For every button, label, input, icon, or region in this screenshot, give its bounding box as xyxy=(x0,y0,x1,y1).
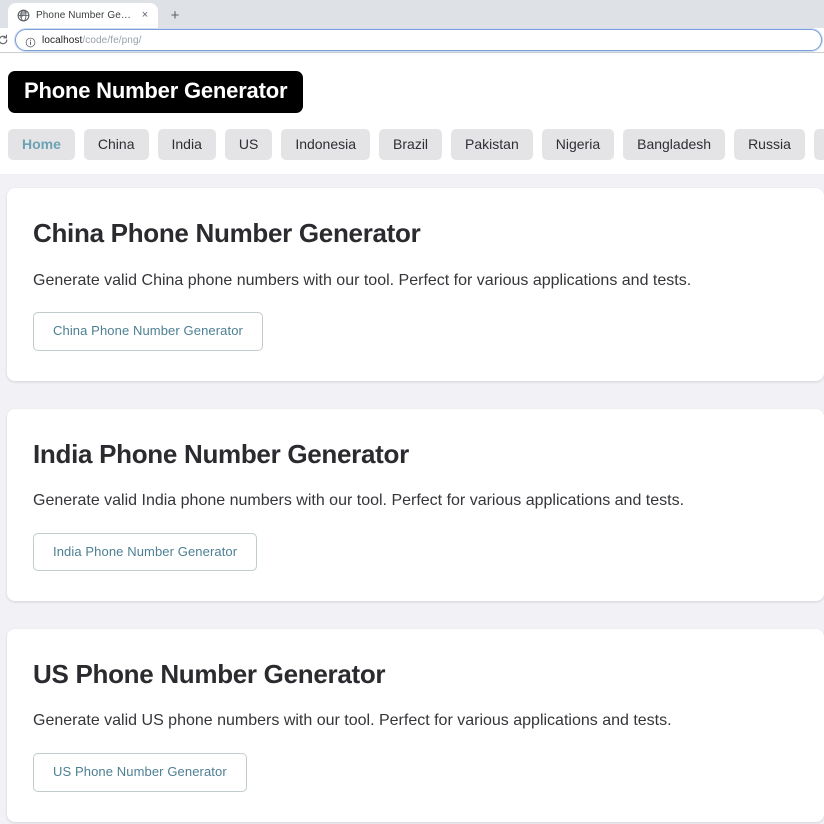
card-title: US Phone Number Generator xyxy=(33,659,386,690)
nav-item-home[interactable]: Home xyxy=(8,128,75,161)
site-nav: Home China India US Indonesia Brazil Pakistan N… xyxy=(0,112,824,175)
nav-item-indonesia[interactable]: Indonesia xyxy=(281,128,371,161)
card-description: Generate valid China phone numbers with … xyxy=(33,271,692,289)
card-title: India Phone Number Generator xyxy=(33,438,409,469)
site-brand-badge: Phone Number Generator xyxy=(8,71,304,113)
nav-item-brazil[interactable]: Brazil xyxy=(379,128,443,161)
page-viewport: Phone Number Generator Home China India US I… xyxy=(0,53,824,824)
nav-item-pakistan[interactable]: Pakistan xyxy=(451,128,533,161)
browser-toolbar: localhost/code/fe/png/ xyxy=(0,28,824,52)
nav-item-us[interactable]: US xyxy=(224,128,273,161)
info-circle-icon[interactable] xyxy=(25,35,36,47)
nav-item-russia[interactable]: Russia xyxy=(734,128,805,161)
browser-tab[interactable]: Phone Number Generator × xyxy=(8,3,158,28)
card-cta-button-china[interactable]: China Phone Number Generator xyxy=(33,312,263,351)
address-bar[interactable]: localhost/code/fe/png/ xyxy=(15,29,822,51)
card-us: US Phone Number Generator Generate valid … xyxy=(7,629,824,822)
browser-window: Phone Number Generator × + localhost/cod… xyxy=(0,0,824,824)
card-china: China Phone Number Generator Generate val… xyxy=(7,188,824,381)
card-india: India Phone Number Generator Generate val… xyxy=(7,408,824,602)
site-header: Phone Number Generator Home China India US I… xyxy=(0,53,824,175)
nav-item-nigeria[interactable]: Nigeria xyxy=(541,128,615,161)
page-content: China Phone Number Generator Generate val… xyxy=(0,174,824,824)
close-icon[interactable]: × xyxy=(138,9,152,23)
address-bar-host: localhost xyxy=(42,34,83,46)
reload-icon[interactable] xyxy=(0,32,11,48)
card-description: Generate valid India phone numbers with … xyxy=(33,491,685,509)
card-cta-button-us[interactable]: US Phone Number Generator xyxy=(33,752,247,792)
card-cta-button-india[interactable]: India Phone Number Generator xyxy=(33,532,258,572)
nav-item-japan[interactable]: Japan xyxy=(813,128,824,161)
tab-strip: Phone Number Generator × + xyxy=(0,0,824,28)
address-bar-url: localhost/code/fe/png/ xyxy=(42,35,142,46)
nav-item-china[interactable]: China xyxy=(83,128,149,161)
nav-item-bangladesh[interactable]: Bangladesh xyxy=(623,128,726,161)
card-title: China Phone Number Generator xyxy=(33,218,421,249)
globe-icon xyxy=(17,9,30,22)
new-tab-button[interactable]: + xyxy=(164,4,186,26)
nav-item-india[interactable]: India xyxy=(157,128,216,161)
address-bar-path: /code/fe/png/ xyxy=(82,34,142,46)
card-list: China Phone Number Generator Generate val… xyxy=(0,188,824,822)
tab-title: Phone Number Generator xyxy=(36,10,132,21)
card-description: Generate valid US phone numbers with our… xyxy=(33,712,672,730)
